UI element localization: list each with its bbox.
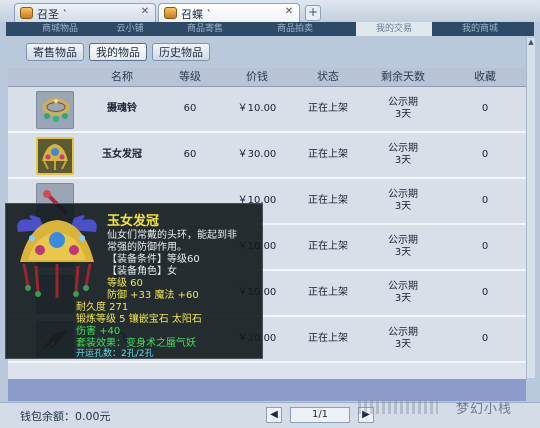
tooltip-damage: 伤害 +40 bbox=[76, 326, 121, 337]
page-indicator: 1/1 bbox=[290, 407, 350, 423]
item-icon-jade-crown[interactable] bbox=[36, 137, 74, 175]
browser-tab-1[interactable]: 召圣 ` ✕ bbox=[14, 3, 156, 22]
days-label: 公示期 bbox=[388, 235, 418, 246]
scroll-up-icon[interactable]: ▲ bbox=[527, 38, 535, 47]
tooltip-equip-role: 【装备角色】女 bbox=[107, 266, 177, 277]
item-fav-count: 0 bbox=[481, 195, 489, 206]
nav-tab-mall[interactable]: 商城物品 bbox=[30, 22, 90, 36]
days-value: 3天 bbox=[394, 109, 412, 120]
tooltip-forge: 锻炼等级 5 镶嵌宝石 太阳石 bbox=[76, 314, 202, 325]
tooltip-title: 玉女发冠 bbox=[107, 214, 160, 229]
col-header-level: 等级 bbox=[179, 70, 201, 83]
new-tab-button[interactable]: + bbox=[305, 5, 321, 21]
table-row[interactable]: 玉女发冠 60 ￥30.00 正在上架 公示期 3天 0 bbox=[8, 133, 526, 179]
close-tab-icon[interactable]: ✕ bbox=[139, 6, 151, 18]
item-level: 60 bbox=[183, 149, 197, 160]
item-fav-count: 0 bbox=[481, 333, 489, 344]
item-status: 正在上架 bbox=[308, 241, 348, 252]
watermark-text: 梦幻小栈 bbox=[456, 402, 513, 417]
days-label: 公示期 bbox=[388, 281, 418, 292]
days-value: 3天 bbox=[394, 155, 412, 166]
item-fav-count: 0 bbox=[481, 103, 489, 114]
tooltip-durability: 耐久度 271 bbox=[76, 302, 129, 313]
table-footer-band bbox=[8, 379, 526, 401]
tooltip-defense: 防御 +33 魔法 +60 bbox=[107, 290, 199, 301]
game-favicon-icon bbox=[164, 7, 177, 19]
item-status: 正在上架 bbox=[308, 195, 348, 206]
item-status: 正在上架 bbox=[308, 149, 348, 160]
days-value: 3天 bbox=[394, 201, 412, 212]
col-header-status: 状态 bbox=[317, 70, 339, 83]
vertical-scrollbar[interactable]: ▲ bbox=[526, 38, 535, 378]
table-header: 名称 等级 价钱 状态 剩余天数 收藏 bbox=[8, 68, 526, 87]
item-status: 正在上架 bbox=[308, 103, 348, 114]
browser-tab-2[interactable]: 召蝶 ` ✕ bbox=[158, 3, 300, 23]
item-days: 公示期 3天 bbox=[378, 225, 428, 269]
col-header-days: 剩余天数 bbox=[381, 70, 425, 83]
item-price: ￥30.00 bbox=[237, 149, 277, 160]
item-icon-soul-bell[interactable] bbox=[36, 91, 74, 129]
subtab-history-items[interactable]: 历史物品 bbox=[152, 43, 210, 61]
nav-tab-auction[interactable]: 商品拍卖 bbox=[255, 22, 335, 36]
watermark-pattern bbox=[358, 400, 438, 414]
tooltip-level: 等级 60 bbox=[107, 278, 143, 289]
tooltip-equip-req: 【装备条件】等级60 bbox=[107, 254, 200, 265]
item-status: 正在上架 bbox=[308, 287, 348, 298]
item-name: 摄魂铃 bbox=[107, 103, 137, 114]
item-status: 正在上架 bbox=[308, 333, 348, 344]
item-days: 公示期 3天 bbox=[378, 87, 428, 131]
tooltip-holes: 开运孔数：2孔/2孔 bbox=[76, 349, 154, 359]
days-label: 公示期 bbox=[388, 189, 418, 200]
days-value: 3天 bbox=[394, 247, 412, 258]
col-header-fav: 收藏 bbox=[474, 70, 496, 83]
prev-arrow-icon: ◀ bbox=[270, 409, 278, 420]
table-row[interactable]: 摄魂铃 60 ￥10.00 正在上架 公示期 3天 0 bbox=[8, 87, 526, 133]
col-header-name: 名称 bbox=[111, 70, 133, 83]
days-label: 公示期 bbox=[388, 327, 418, 338]
game-favicon-icon bbox=[20, 7, 33, 19]
wallet-balance: 钱包余额：0.00元 bbox=[20, 410, 111, 423]
days-label: 公示期 bbox=[388, 97, 418, 108]
nav-tab-consign[interactable]: 商品寄售 bbox=[170, 22, 240, 36]
tooltip-desc-1: 仙女们常戴的头环，能起到非 bbox=[107, 230, 237, 241]
item-fav-count: 0 bbox=[481, 287, 489, 298]
browser-tab-2-label: 召蝶 ` bbox=[181, 8, 212, 21]
days-label: 公示期 bbox=[388, 143, 418, 154]
item-days: 公示期 3天 bbox=[378, 179, 428, 223]
item-days: 公示期 3天 bbox=[378, 271, 428, 315]
item-days: 公示期 3天 bbox=[378, 317, 428, 361]
subtab-consign-items[interactable]: 寄售物品 bbox=[26, 43, 84, 61]
subtab-my-items[interactable]: 我的物品 bbox=[89, 43, 147, 61]
item-fav-count: 0 bbox=[481, 149, 489, 160]
browser-tab-1-label: 召圣 ` bbox=[37, 8, 68, 21]
nav-tab-my-trade[interactable]: 我的交易 bbox=[356, 22, 432, 36]
tooltip-desc-2: 常强的防御作用。 bbox=[107, 242, 187, 253]
jade-crown-image bbox=[10, 210, 104, 302]
col-header-price: 价钱 bbox=[246, 70, 268, 83]
days-value: 3天 bbox=[394, 339, 412, 350]
days-value: 3天 bbox=[394, 293, 412, 304]
nav-tab-shop[interactable]: 云小铺 bbox=[100, 22, 160, 36]
item-level: 60 bbox=[183, 103, 197, 114]
item-days: 公示期 3天 bbox=[378, 133, 428, 177]
item-tooltip: 玉女发冠 仙女们常戴的头环，能起到非 常强的防御作用。 【装备条件】等级60 【… bbox=[5, 203, 263, 359]
item-name: 玉女发冠 bbox=[102, 149, 142, 160]
item-fav-count: 0 bbox=[481, 241, 489, 252]
item-price: ￥10.00 bbox=[237, 103, 277, 114]
nav-tab-my-mall[interactable]: 我的商城 bbox=[440, 22, 520, 36]
prev-page-button[interactable]: ◀ bbox=[266, 407, 282, 423]
browser-tab-bar: 召圣 ` ✕ 召蝶 ` ✕ + bbox=[0, 0, 540, 23]
close-tab-icon[interactable]: ✕ bbox=[283, 6, 295, 18]
